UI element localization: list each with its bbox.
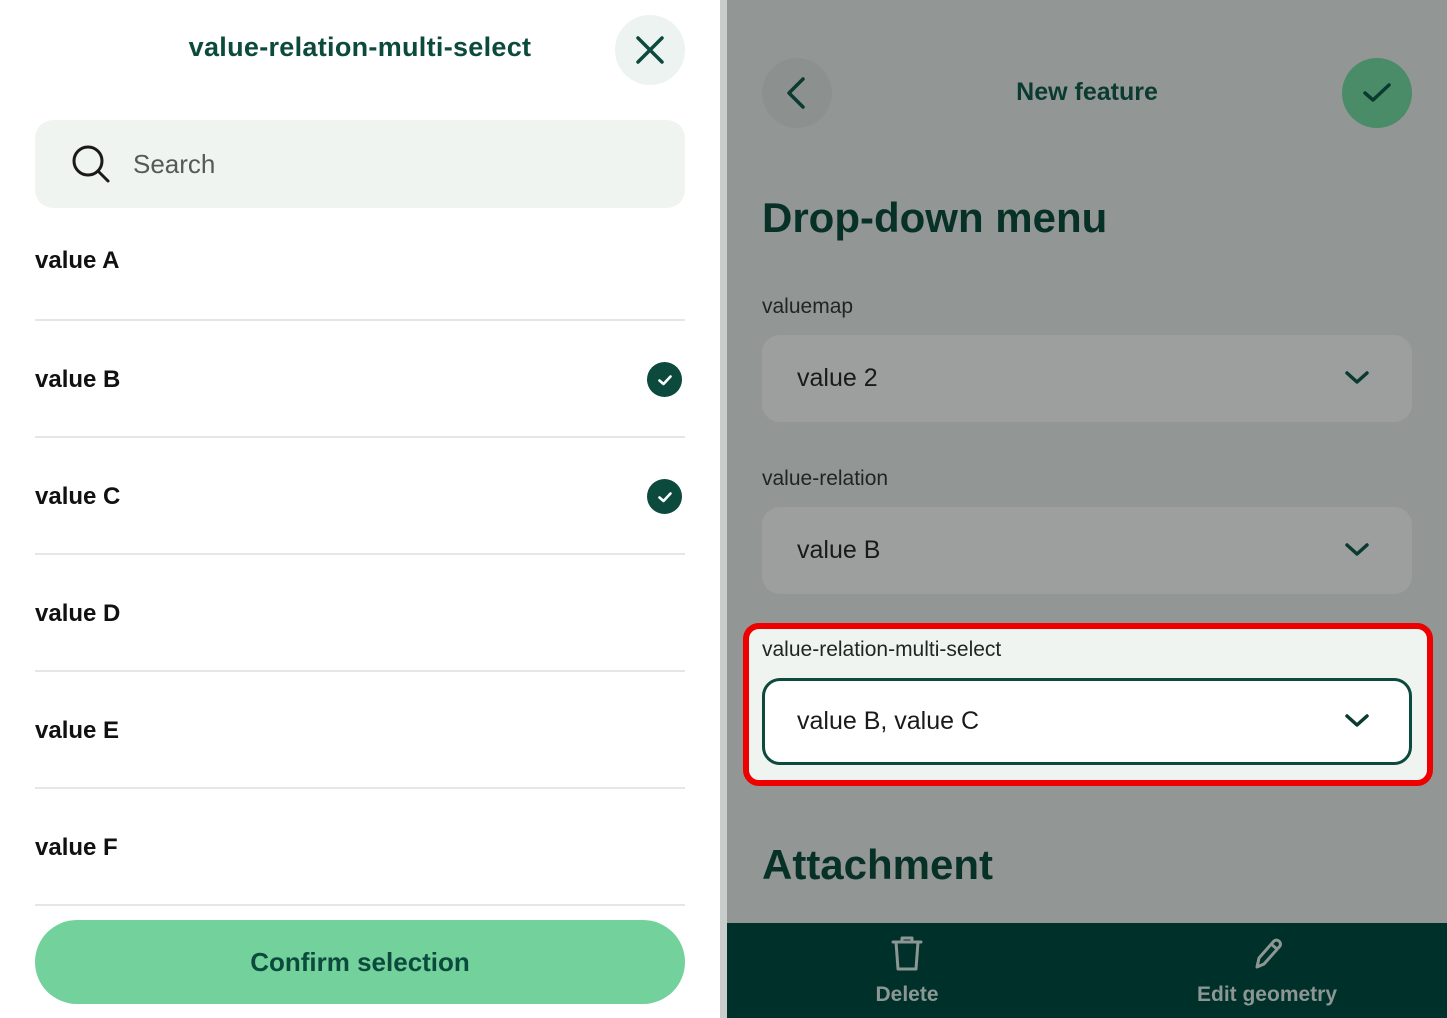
- confirm-selection-button[interactable]: Confirm selection: [35, 920, 685, 1004]
- list-item-label: value B: [35, 366, 121, 393]
- list-item-label: value E: [35, 717, 120, 744]
- list-item[interactable]: value A: [35, 205, 685, 321]
- checkmark-icon: [1363, 83, 1391, 102]
- list-item-label: value A: [35, 247, 120, 274]
- value-relation-multi-select-dropdown[interactable]: value B, value C: [762, 678, 1412, 765]
- close-icon: [636, 36, 664, 64]
- checkmark-icon: [647, 362, 682, 397]
- close-button[interactable]: [615, 15, 685, 85]
- dialog-title: value-relation-multi-select: [188, 32, 532, 62]
- pencil-icon: [1255, 938, 1282, 969]
- list-item[interactable]: value F: [35, 789, 685, 906]
- search-icon: [72, 145, 110, 183]
- panel-divider: [720, 0, 727, 1018]
- search-box: [35, 120, 685, 208]
- chevron-down-icon: [1345, 371, 1369, 384]
- save-button[interactable]: [1342, 58, 1412, 128]
- edit-geometry-label: Edit geometry: [1196, 983, 1338, 1006]
- list-item-label: value C: [35, 483, 121, 510]
- field-label-value-relation: value-relation: [762, 467, 889, 490]
- field-label-valuemap: valuemap: [762, 295, 854, 318]
- delete-label: Delete: [875, 983, 939, 1006]
- search-input[interactable]: [133, 120, 653, 208]
- list-item-label: value F: [35, 834, 118, 861]
- chevron-down-icon: [1345, 714, 1369, 727]
- field-value: value B, value C: [797, 707, 980, 735]
- field-label-value-relation-multi-select: value-relation-multi-select: [762, 638, 1002, 661]
- list-item[interactable]: value E: [35, 672, 685, 789]
- list-item[interactable]: value D: [35, 555, 685, 672]
- edit-geometry-button[interactable]: Edit geometry: [1087, 923, 1447, 1018]
- bottom-action-bar: Delete Edit geometry: [727, 923, 1447, 1018]
- valuemap-dropdown[interactable]: value 2: [762, 335, 1412, 422]
- value-relation-dropdown[interactable]: value B: [762, 507, 1412, 594]
- multi-select-dialog: value-relation-multi-select value A valu…: [0, 0, 720, 1018]
- list-item[interactable]: value C: [35, 438, 685, 555]
- section-title-attachment: Attachment: [762, 841, 994, 888]
- chevron-down-icon: [1345, 543, 1369, 556]
- form-title: New feature: [1016, 78, 1158, 106]
- delete-button[interactable]: Delete: [727, 923, 1087, 1018]
- options-list: value A value B value C value D value E …: [35, 205, 685, 906]
- list-item-label: value D: [35, 600, 121, 627]
- field-value: value 2: [797, 364, 878, 392]
- field-value: value B: [797, 536, 881, 564]
- list-item[interactable]: value B: [35, 321, 685, 438]
- section-title-dropdown: Drop-down menu: [762, 194, 1108, 241]
- checkmark-icon: [647, 479, 682, 514]
- trash-icon: [891, 936, 923, 971]
- feature-form: New feature Drop-down menu valuemap valu…: [727, 0, 1447, 1018]
